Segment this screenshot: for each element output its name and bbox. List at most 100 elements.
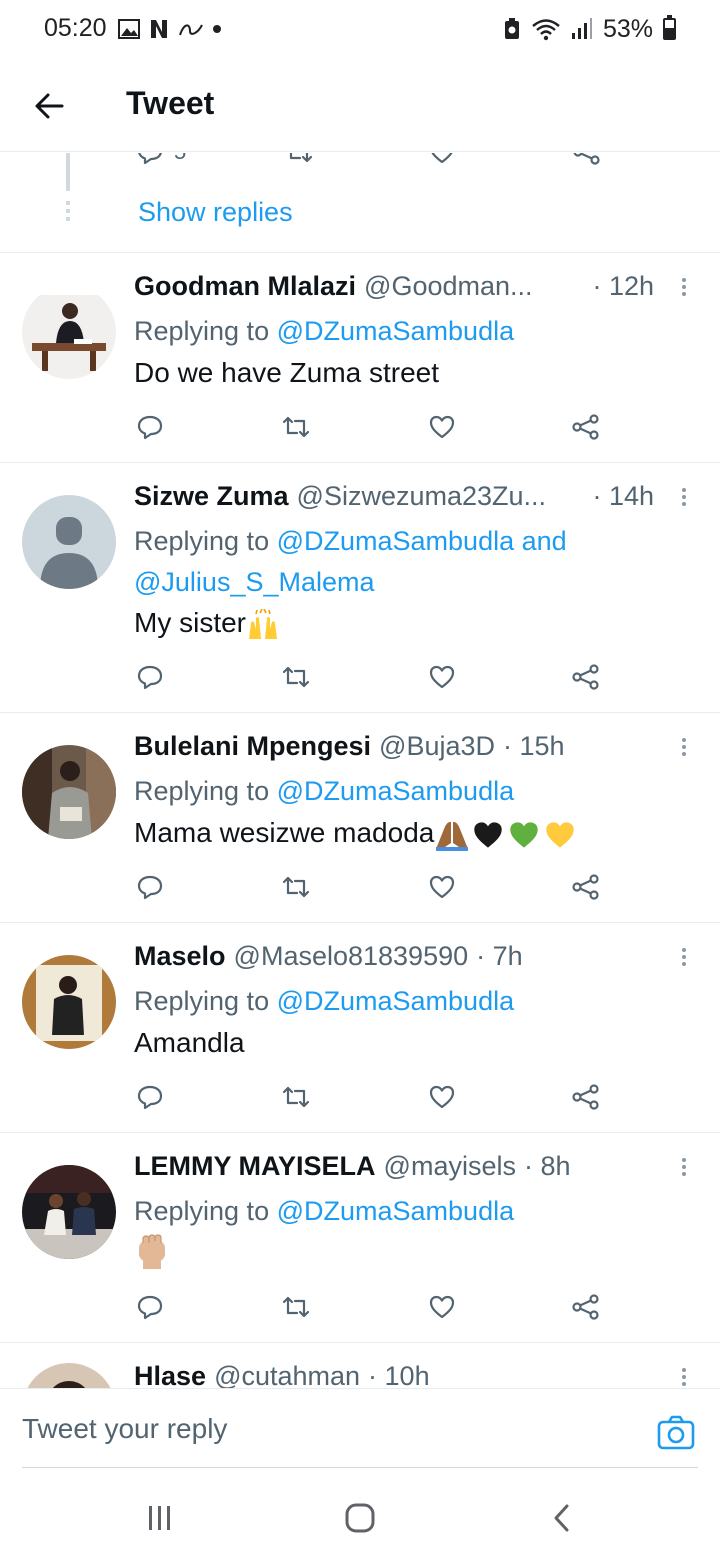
display-name[interactable]: Hlase bbox=[134, 1361, 206, 1388]
retweet-button[interactable] bbox=[278, 869, 314, 905]
tweet-text-row bbox=[134, 1233, 170, 1271]
avatar[interactable] bbox=[22, 1165, 116, 1259]
share-button[interactable] bbox=[568, 869, 604, 905]
retweet-button[interactable] bbox=[284, 153, 314, 167]
mention-link[interactable]: @Julius_S_Malema bbox=[134, 567, 375, 597]
tweet-actions bbox=[0, 869, 720, 905]
user-handle[interactable]: @mayisels bbox=[384, 1151, 516, 1182]
thread-dots bbox=[66, 201, 70, 225]
reply-icon bbox=[138, 153, 162, 165]
previous-tweet: 5 Show replies bbox=[0, 153, 720, 253]
retweet-button[interactable] bbox=[278, 409, 314, 445]
replying-to-prefix: Replying to bbox=[134, 526, 277, 556]
home-icon bbox=[345, 1503, 375, 1533]
show-replies-link[interactable]: Show replies bbox=[138, 197, 293, 228]
back-button[interactable] bbox=[30, 86, 70, 126]
like-button[interactable] bbox=[424, 1079, 460, 1115]
like-button[interactable] bbox=[424, 409, 460, 445]
reply-button[interactable] bbox=[132, 659, 168, 695]
reply-button[interactable] bbox=[132, 1289, 168, 1325]
user-handle[interactable]: @Goodman... bbox=[364, 271, 533, 302]
share-button[interactable] bbox=[568, 1079, 604, 1115]
reply-tweet[interactable]: Goodman Mlalazi @Goodman... · 12h Replyi… bbox=[0, 253, 720, 463]
tweet-header: Maselo @Maselo81839590 · 7h bbox=[134, 941, 654, 977]
reply-button[interactable] bbox=[132, 869, 168, 905]
mention-link[interactable]: @DZumaSambudla bbox=[277, 986, 515, 1016]
avatar[interactable] bbox=[22, 1363, 116, 1388]
display-name[interactable]: Bulelani Mpengesi bbox=[134, 731, 371, 762]
heart-icon bbox=[429, 415, 455, 439]
user-handle[interactable]: @Maselo81839590 bbox=[234, 941, 469, 972]
tweet-header: Bulelani Mpengesi @Buja3D · 15h bbox=[134, 731, 654, 767]
reply-icon bbox=[137, 415, 163, 440]
signal-icon bbox=[571, 18, 592, 39]
recent-apps-button[interactable] bbox=[140, 1498, 180, 1538]
more-options-button[interactable] bbox=[676, 1365, 692, 1388]
user-handle[interactable]: @cutahman bbox=[214, 1361, 360, 1388]
avatar[interactable] bbox=[22, 955, 116, 1049]
user-handle[interactable]: @Sizwezuma23Zu... bbox=[297, 481, 547, 512]
tweet-header: Sizwe Zuma @Sizwezuma23Zu... · 14h bbox=[134, 481, 654, 517]
more-options-button[interactable] bbox=[676, 485, 692, 513]
avatar[interactable] bbox=[22, 495, 116, 589]
more-options-button[interactable] bbox=[676, 735, 692, 763]
like-button[interactable] bbox=[424, 1289, 460, 1325]
more-options-button[interactable] bbox=[676, 945, 692, 973]
black-heart-emoji bbox=[474, 822, 503, 848]
folded-hands-emoji bbox=[436, 821, 469, 851]
raised-fist-emoji bbox=[139, 1234, 165, 1269]
display-name[interactable]: Goodman Mlalazi bbox=[134, 271, 356, 302]
display-name[interactable]: LEMMY MAYISELA bbox=[134, 1151, 376, 1182]
battery-saver-icon bbox=[504, 18, 519, 39]
dot-icon bbox=[213, 25, 221, 33]
home-button[interactable] bbox=[340, 1498, 380, 1538]
reply-tweet[interactable]: Maselo @Maselo81839590 · 7h Replying to … bbox=[0, 923, 720, 1133]
reply-tweet[interactable]: LEMMY MAYISELA @mayisels · 8h Replying t… bbox=[0, 1133, 720, 1343]
reply-input[interactable] bbox=[22, 1407, 622, 1451]
tweet-header: LEMMY MAYISELA @mayisels · 8h bbox=[134, 1151, 654, 1187]
recent-apps-icon bbox=[149, 1506, 170, 1530]
share-button[interactable] bbox=[568, 409, 604, 445]
avatar[interactable] bbox=[22, 285, 116, 379]
like-button[interactable] bbox=[424, 659, 460, 695]
status-notification-icons bbox=[118, 16, 222, 42]
like-button[interactable] bbox=[428, 153, 456, 167]
reply-button[interactable] bbox=[132, 1079, 168, 1115]
tweet-text-row: Mama wesizwe madoda bbox=[134, 817, 578, 851]
system-back-button[interactable] bbox=[542, 1498, 582, 1538]
retweet-icon bbox=[282, 876, 310, 898]
retweet-icon bbox=[289, 153, 313, 163]
mention-link[interactable]: @DZumaSambudla bbox=[277, 1196, 515, 1226]
tweet-actions bbox=[0, 409, 720, 445]
more-options-button[interactable] bbox=[676, 1155, 692, 1183]
user-handle[interactable]: @Buja3D bbox=[379, 731, 495, 762]
camera-button[interactable] bbox=[656, 1413, 696, 1453]
avatar-image bbox=[22, 745, 116, 839]
share-button[interactable] bbox=[568, 1289, 604, 1325]
reply-tweet[interactable]: Sizwe Zuma @Sizwezuma23Zu... · 14h Reply… bbox=[0, 463, 720, 713]
replying-to: Replying to @DZumaSambudla bbox=[134, 981, 654, 1022]
reply-button[interactable]: 5 bbox=[136, 153, 186, 167]
share-button[interactable] bbox=[572, 153, 602, 167]
retweet-button[interactable] bbox=[278, 1079, 314, 1115]
replies-feed[interactable]: 5 Show replies Goodman Mlalazi @Goodman.… bbox=[0, 153, 720, 1388]
mention-link[interactable]: @DZumaSambudla bbox=[277, 776, 515, 806]
more-options-button[interactable] bbox=[676, 275, 692, 303]
yellow-heart-emoji bbox=[546, 822, 575, 848]
display-name[interactable]: Maselo bbox=[134, 941, 226, 972]
avatar[interactable] bbox=[22, 745, 116, 839]
retweet-button[interactable] bbox=[278, 659, 314, 695]
share-button[interactable] bbox=[568, 659, 604, 695]
mention-link[interactable]: @DZumaSambudla and bbox=[277, 526, 567, 556]
like-button[interactable] bbox=[424, 869, 460, 905]
mention-link[interactable]: @DZumaSambudla bbox=[277, 316, 515, 346]
reply-icon bbox=[137, 665, 163, 690]
tweet-header: Hlase @cutahman · 10h bbox=[134, 1361, 654, 1388]
retweet-button[interactable] bbox=[278, 1289, 314, 1325]
reply-button[interactable] bbox=[132, 409, 168, 445]
display-name[interactable]: Sizwe Zuma bbox=[134, 481, 289, 512]
reply-tweet[interactable]: Bulelani Mpengesi @Buja3D · 15h Replying… bbox=[0, 713, 720, 923]
heart-icon bbox=[429, 665, 455, 689]
reply-tweet[interactable]: Hlase @cutahman · 10h bbox=[0, 1343, 720, 1388]
chevron-left-icon bbox=[554, 1504, 569, 1532]
